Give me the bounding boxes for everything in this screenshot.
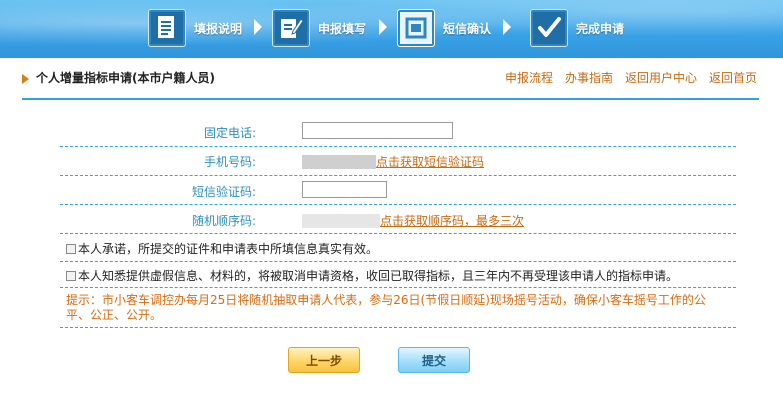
random-code-label: 随机顺序码: xyxy=(191,214,256,228)
sms-code-input[interactable] xyxy=(302,181,387,198)
step-arrow-icon xyxy=(254,19,262,35)
document-icon xyxy=(148,9,186,47)
banner-background xyxy=(0,0,783,58)
step-label: 短信确认 xyxy=(443,21,492,36)
step-application-fill: 申报填写 xyxy=(272,9,366,47)
mobile-number-masked xyxy=(302,154,376,169)
page-header: 个人增量指标申请(本市户籍人员) 申报流程 办事指南 返回用户中心 返回首页 xyxy=(22,62,759,98)
get-random-code-link[interactable]: 点击获取顺序码，最多三次 xyxy=(380,214,524,228)
header-links: 申报流程 办事指南 返回用户中心 返回首页 xyxy=(505,69,757,86)
aware-checkbox-label[interactable]: 本人知悉提供虚假信息、材料的，将被取消申请资格，收回已取得指标，且三年内不再受理… xyxy=(66,267,678,284)
mobile-row: 手机号码: 点击获取短信验证码 xyxy=(60,146,736,176)
link-home[interactable]: 返回首页 xyxy=(709,69,757,86)
promise-checkbox[interactable] xyxy=(66,243,76,254)
edit-icon xyxy=(272,9,310,47)
landline-row: 固定电话: xyxy=(60,116,736,147)
landline-input[interactable] xyxy=(302,122,453,139)
tip-text: 提示：市小客车调控办每月25日将随机抽取申请人代表，参与26日(节假日顺延)现场… xyxy=(66,293,706,322)
promise-row: 本人承诺，所提交的证件和申请表中所填信息真实有效。 xyxy=(60,233,736,262)
promise-checkbox-label[interactable]: 本人承诺，所提交的证件和申请表中所填信息真实有效。 xyxy=(66,240,378,257)
page-title: 个人增量指标申请(本市户籍人员) xyxy=(36,71,215,85)
link-user-center[interactable]: 返回用户中心 xyxy=(625,69,697,86)
link-service-guide[interactable]: 办事指南 xyxy=(565,69,613,86)
random-code-value xyxy=(302,213,380,228)
aware-checkbox[interactable] xyxy=(66,270,76,281)
checkmark-icon xyxy=(530,9,568,47)
title-arrow-icon xyxy=(22,74,29,84)
tip-row: 提示：市小客车调控办每月25日将随机抽取申请人代表，参与26日(节假日顺延)现场… xyxy=(60,287,736,328)
step-fill-instructions: 填报说明 xyxy=(148,9,242,47)
submit-button[interactable]: 提交 xyxy=(398,347,470,373)
steps-banner: 填报说明 申报填写 短信确认 完成申请 xyxy=(0,0,783,58)
random-code-row: 随机顺序码: 点击获取顺序码，最多三次 xyxy=(60,204,736,234)
aware-row: 本人知悉提供虚假信息、材料的，将被取消申请资格，收回已取得指标，且三年内不再受理… xyxy=(60,261,736,288)
step-arrow-icon xyxy=(379,19,387,35)
sms-code-row: 短信验证码: xyxy=(60,175,736,205)
promise-text: 本人承诺，所提交的证件和申请表中所填信息真实有效。 xyxy=(78,242,379,256)
mobile-label: 手机号码: xyxy=(203,155,256,169)
link-apply-process[interactable]: 申报流程 xyxy=(505,69,553,86)
step-label: 完成申请 xyxy=(576,21,625,36)
step-sms-confirm: 短信确认 xyxy=(397,9,491,47)
sms-code-label: 短信验证码: xyxy=(191,185,256,199)
message-icon xyxy=(397,9,435,47)
aware-text: 本人知悉提供虚假信息、材料的，将被取消申请资格，收回已取得指标，且三年内不再受理… xyxy=(78,269,679,283)
step-arrow-icon xyxy=(503,19,511,35)
landline-label: 固定电话: xyxy=(203,126,256,140)
get-sms-code-link[interactable]: 点击获取短信验证码 xyxy=(376,155,484,169)
step-complete: 完成申请 xyxy=(530,9,624,47)
previous-step-button[interactable]: 上一步 xyxy=(288,347,360,373)
step-label: 填报说明 xyxy=(194,21,243,36)
title-divider xyxy=(22,98,759,100)
step-label: 申报填写 xyxy=(318,21,367,36)
